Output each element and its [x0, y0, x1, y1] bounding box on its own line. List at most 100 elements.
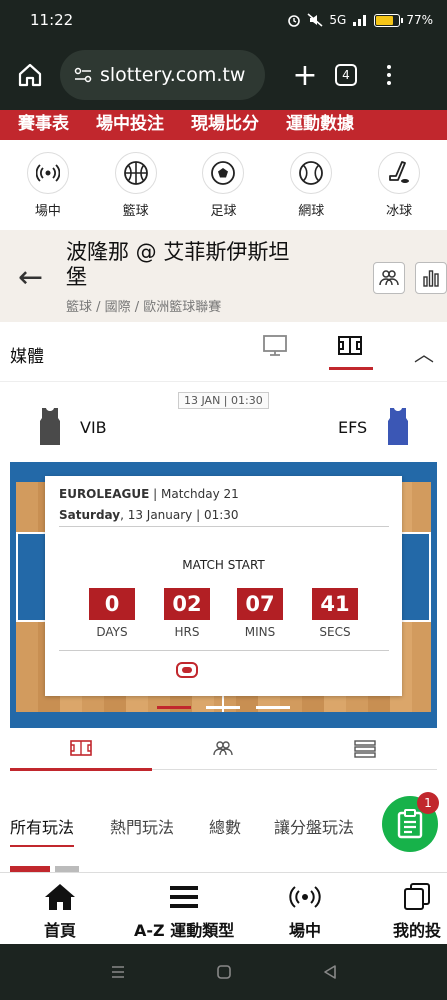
- tab-all-markets[interactable]: 所有玩法: [10, 814, 75, 847]
- away-jersey-icon: [388, 408, 408, 445]
- live-icon: [26, 152, 69, 194]
- tab-switcher-button[interactable]: 4: [335, 64, 357, 86]
- sport-item-basketball[interactable]: 籃球: [96, 152, 176, 230]
- live-stream-icon[interactable]: [176, 662, 198, 678]
- divider: [59, 526, 389, 527]
- basketball-icon: [114, 152, 157, 194]
- address-bar[interactable]: slottery.com.tw: [60, 50, 265, 100]
- home-icon: [18, 63, 42, 87]
- home-jersey-icon: [40, 408, 60, 445]
- list-icon: [354, 740, 376, 758]
- match-title: 波隆那 @ 艾菲斯伊斯坦堡: [66, 240, 290, 289]
- live-icon: [289, 886, 321, 908]
- carousel-dot[interactable]: [256, 706, 290, 709]
- tab-stats[interactable]: [294, 740, 436, 770]
- signal-icon: [353, 15, 367, 26]
- players-icon: [213, 741, 233, 756]
- back-arrow-icon[interactable]: ←: [18, 260, 43, 295]
- view-tabs: [10, 740, 437, 771]
- countdown-days: 0 DAYS: [89, 588, 135, 639]
- home-button-icon[interactable]: [216, 964, 232, 980]
- back-button-icon[interactable]: [322, 964, 338, 980]
- sport-label: 冰球: [386, 204, 413, 219]
- alarm-icon: [288, 15, 301, 27]
- league-name: EUROLEAGUE: [59, 487, 150, 501]
- home-icon: [45, 884, 75, 910]
- stats-button[interactable]: [415, 262, 447, 294]
- network-type: 5G: [329, 13, 347, 27]
- match-start-heading: MATCH START: [182, 558, 265, 572]
- countdown-value: 02: [164, 588, 210, 620]
- browser-home-button[interactable]: [10, 55, 50, 95]
- status-time: 11:22: [30, 11, 74, 29]
- menu-icon: [170, 886, 199, 908]
- system-nav-bar: [0, 944, 447, 1000]
- sport-label: 場中: [34, 204, 61, 219]
- nav-item-schedule[interactable]: 賽事表: [18, 109, 69, 134]
- tab-handicap[interactable]: 讓分盤玩法: [274, 814, 354, 838]
- battery-icon: [374, 13, 404, 27]
- countdown-mins: 07 MINS: [237, 588, 283, 639]
- bet-type-tabs: 所有玩法 熱門玩法 總數 讓分盤玩法: [0, 800, 447, 850]
- address-text: slottery.com.tw: [100, 64, 246, 86]
- match-datetime: 13 JAN | 01:30: [178, 392, 269, 409]
- browser-menu-icon[interactable]: [387, 65, 391, 85]
- players-icon: [379, 270, 399, 286]
- away-team-name: EFS: [338, 418, 368, 437]
- tab-totals[interactable]: 總數: [209, 814, 241, 838]
- countdown-card: EUROLEAGUE | Matchday 21 Saturday, 13 Ja…: [45, 476, 402, 696]
- carousel-dot[interactable]: [206, 706, 240, 709]
- site-settings-icon[interactable]: [74, 67, 92, 83]
- match-header: ← 波隆那 @ 艾菲斯伊斯坦堡 籃球 / 國際 / 歐洲籃球聯賽: [0, 230, 447, 322]
- countdown-unit: SECS: [319, 625, 351, 639]
- tab-popular-markets[interactable]: 熱門玩法: [110, 814, 174, 838]
- tv-icon[interactable]: [262, 334, 288, 358]
- bottom-nav-label: A-Z 運動類型: [134, 921, 235, 940]
- tab-court[interactable]: [10, 740, 152, 771]
- active-view-indicator: [329, 367, 373, 370]
- sport-label: 足球: [210, 204, 237, 219]
- sport-item-soccer[interactable]: 足球: [183, 152, 263, 230]
- countdown-value: 07: [237, 588, 283, 620]
- status-bar: 11:22 5G 77%: [0, 0, 447, 40]
- betslip-count-badge: 1: [417, 792, 439, 814]
- collapse-chevron-icon[interactable]: ︿: [414, 338, 434, 367]
- sport-item-tennis[interactable]: 網球: [271, 152, 351, 230]
- tab-lineups[interactable]: [152, 740, 294, 770]
- bottom-nav-live[interactable]: 場中: [289, 883, 321, 941]
- court-view-icon[interactable]: [337, 334, 363, 358]
- my-bets-icon: [404, 883, 430, 910]
- matchday: | Matchday 21: [149, 487, 239, 501]
- divider: [59, 650, 389, 651]
- countdown-value: 41: [312, 588, 358, 620]
- bottom-nav: 首頁 A-Z 運動類型 場中 我的投: [0, 872, 447, 944]
- new-tab-button[interactable]: +: [285, 58, 325, 93]
- bottom-nav-az-sports[interactable]: A-Z 運動類型: [134, 883, 234, 941]
- main-nav: 賽事表 場中投注 現場比分 運動數據: [0, 110, 447, 140]
- nav-item-live-scores[interactable]: 現場比分: [191, 109, 259, 134]
- bar-chart-icon: [423, 270, 439, 287]
- breadcrumb: 籃球 / 國際 / 歐洲籃球聯賽: [66, 300, 222, 315]
- home-team-name: VIB: [80, 418, 107, 437]
- sport-label: 網球: [298, 204, 325, 219]
- bottom-nav-home[interactable]: 首頁: [44, 883, 76, 941]
- bottom-nav-label: 首頁: [44, 921, 77, 940]
- hockey-icon: [378, 152, 421, 194]
- nav-item-sports-stats[interactable]: 運動數據: [286, 109, 354, 134]
- media-section: 媒體 ︿: [0, 322, 447, 382]
- carousel-dot-active[interactable]: [157, 706, 191, 709]
- recent-apps-icon[interactable]: [110, 964, 126, 980]
- sports-selector: 場中 籃球 足球 網球 冰球: [0, 140, 447, 230]
- sport-item-live[interactable]: 場中: [8, 152, 88, 230]
- nav-item-live-betting[interactable]: 場中投注: [96, 109, 164, 134]
- lineup-button[interactable]: [373, 262, 405, 294]
- bottom-nav-my-bets[interactable]: 我的投: [393, 883, 441, 941]
- media-title: 媒體: [10, 347, 44, 367]
- sport-item-hockey[interactable]: 冰球: [359, 152, 439, 230]
- battery-percent: 77%: [406, 13, 433, 27]
- sport-label: 籃球: [122, 204, 149, 219]
- court-widget: EUROLEAGUE | Matchday 21 Saturday, 13 Ja…: [10, 462, 437, 728]
- tennis-ball-icon: [290, 152, 333, 194]
- basketball-court-icon: [70, 740, 92, 756]
- teams-row: 13 JAN | 01:30 VIB EFS: [0, 382, 447, 462]
